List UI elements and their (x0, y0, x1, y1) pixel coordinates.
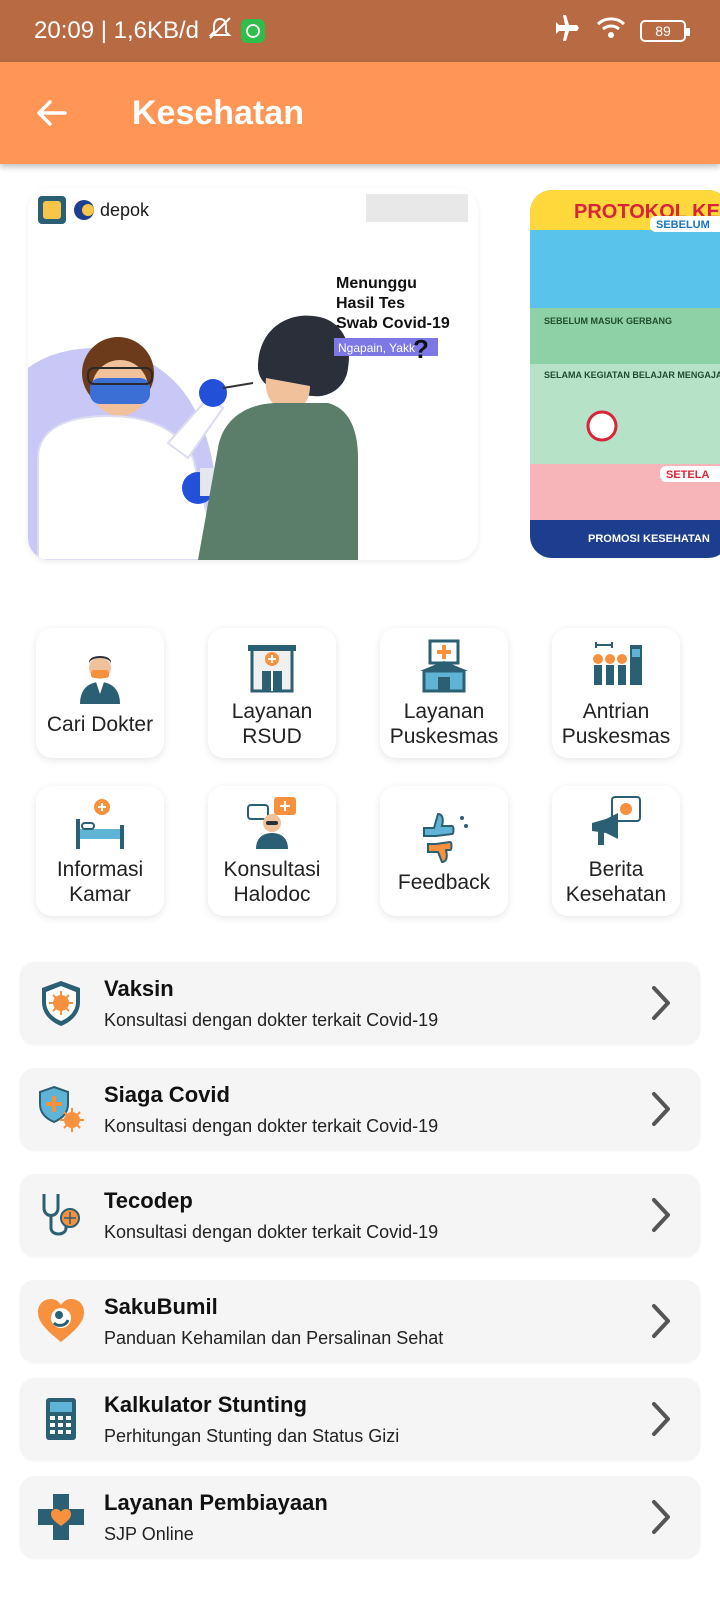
wifi-icon (596, 16, 626, 47)
list-item-subtitle: Konsultasi dengan dokter terkait Covid-1… (104, 1009, 439, 1030)
list-item-text: SakuBumil Panduan Kehamilan dan Persalin… (104, 1294, 640, 1349)
svg-text:SELAMA KEGIATAN BELAJAR MENGAJ: SELAMA KEGIATAN BELAJAR MENGAJAR (544, 370, 720, 380)
banner-protokol[interactable]: PROTOKOL KE SEBELUM SEBELUM MASUK GERBAN… (530, 190, 720, 558)
bed-icon (76, 799, 124, 849)
banner-brand: depok (100, 200, 150, 220)
chevron-right-icon (652, 1402, 670, 1436)
whatsapp-icon (241, 19, 266, 43)
menu-layanan-puskesmas[interactable]: Layanan Puskesmas (380, 628, 508, 758)
list-item-title: Tecodep (104, 1187, 193, 1213)
menu-label: Informasi Kamar (56, 858, 144, 906)
arrow-left-icon (37, 100, 67, 126)
list-item-subtitle: Konsultasi dengan dokter terkait Covid-1… (104, 1221, 439, 1242)
status-bar: 20:09 | 1,6KB/d 89 (0, 0, 720, 62)
list-item-tecodep[interactable]: Tecodep Konsultasi dengan dokter terkait… (20, 1174, 700, 1256)
thumbs-icon (423, 812, 468, 863)
svg-text:SEBELUM MASUK GERBANG: SEBELUM MASUK GERBANG (544, 316, 672, 326)
back-button[interactable] (22, 83, 82, 143)
list-item-sakubumil[interactable]: SakuBumil Panduan Kehamilan dan Persalin… (20, 1280, 700, 1362)
list-item-layanan-pembiayaan[interactable]: Layanan Pembiayaan SJP Online (20, 1476, 700, 1558)
list-item-title: Vaksin (104, 975, 174, 1001)
chevron-right-icon (652, 1198, 670, 1232)
svg-text:Menunggu: Menunggu (336, 275, 417, 292)
medical-cross-icon (38, 1494, 84, 1540)
list-item-kalkulator-stunting[interactable]: Kalkulator Stunting Perhitungan Stunting… (20, 1378, 700, 1460)
queue-icon (593, 642, 642, 685)
baby-heart-icon (38, 1299, 84, 1342)
mute-icon (207, 16, 233, 47)
chevron-right-icon (652, 1092, 670, 1126)
chevron-right-icon (652, 986, 670, 1020)
banner-illustration: depok Menunggu Hasil Tes Swab Covid-19 N… (28, 188, 478, 560)
list-item-text: Tecodep Konsultasi dengan dokter terkait… (104, 1188, 640, 1243)
list-item-subtitle: Perhitungan Stunting dan Status Gizi (104, 1425, 400, 1446)
menu-label: Berita Kesehatan (565, 858, 667, 906)
status-left: 20:09 | 1,6KB/d (34, 16, 266, 47)
status-time: 20:09 | 1,6KB/d (34, 17, 200, 44)
list-item-title: Layanan Pembiayaan (104, 1489, 328, 1515)
chevron-right-icon (652, 1304, 670, 1338)
app-bar: Kesehatan (0, 62, 720, 164)
menu-label: Cari Dokter (46, 712, 154, 736)
calculator-icon (46, 1398, 76, 1440)
hospital-icon (248, 645, 296, 693)
list-item-subtitle: Konsultasi dengan dokter terkait Covid-1… (104, 1115, 439, 1136)
list-item-text: Kalkulator Stunting Perhitungan Stunting… (104, 1392, 640, 1447)
consultation-icon (247, 797, 296, 849)
menu-layanan-rsud[interactable]: Layanan RSUD (208, 628, 336, 758)
svg-text:SETELA: SETELA (666, 469, 709, 481)
list-item-siaga-covid[interactable]: Siaga Covid Konsultasi dengan dokter ter… (20, 1068, 700, 1150)
clinic-icon (420, 639, 468, 693)
page-title: Kesehatan (132, 93, 304, 132)
svg-text:Swab Covid-19: Swab Covid-19 (336, 315, 450, 332)
menu-label: Konsultasi Halodoc (223, 858, 321, 906)
airplane-icon (552, 14, 582, 48)
svg-text:SEBELUM: SEBELUM (656, 219, 710, 231)
stethoscope-icon (42, 1194, 80, 1236)
svg-text:?: ? (413, 334, 429, 364)
menu-berita-kesehatan[interactable]: Berita Kesehatan (552, 786, 680, 916)
menu-label: Feedback (397, 870, 491, 894)
chevron-right-icon (652, 1500, 670, 1534)
list-item-vaksin[interactable]: Vaksin Konsultasi dengan dokter terkait … (20, 962, 700, 1044)
menu-label: Layanan RSUD (231, 700, 313, 748)
menu-informasi-kamar[interactable]: Informasi Kamar (36, 786, 164, 916)
battery-icon: 89 (640, 20, 690, 42)
menu-cari-dokter[interactable]: Cari Dokter (36, 628, 164, 758)
status-right: 89 (552, 14, 690, 48)
list-item-title: Kalkulator Stunting (104, 1391, 307, 1417)
svg-text:Hasil Tes: Hasil Tes (336, 295, 405, 312)
banner-protokol-illustration: PROTOKOL KE SEBELUM SEBELUM MASUK GERBAN… (530, 190, 720, 558)
menu-feedback[interactable]: Feedback (380, 786, 508, 916)
menu-antrian-puskesmas[interactable]: Antrian Puskesmas (552, 628, 680, 758)
menu-konsultasi-halodoc[interactable]: Konsultasi Halodoc (208, 786, 336, 916)
doctor-icon (80, 655, 120, 704)
list-item-subtitle: SJP Online (104, 1523, 194, 1544)
service-list: Vaksin Konsultasi dengan dokter terkait … (20, 962, 700, 1582)
menu-label: Layanan Puskesmas (389, 700, 499, 748)
svg-text:PROMOSI KESEHATAN: PROMOSI KESEHATAN (588, 533, 710, 545)
list-item-subtitle: Panduan Kehamilan dan Persalinan Sehat (104, 1327, 444, 1348)
banner-sub: Ngapain, Yakk (338, 341, 416, 355)
banner-swab-test[interactable]: depok Menunggu Hasil Tes Swab Covid-19 N… (28, 188, 478, 560)
menu-grid: Cari Dokter Layanan RSUD Layanan Puskesm… (36, 628, 686, 916)
list-item-title: SakuBumil (104, 1293, 218, 1319)
shield-cross-icon (39, 1085, 84, 1132)
list-item-text: Vaksin Konsultasi dengan dokter terkait … (104, 976, 640, 1031)
megaphone-icon (592, 796, 641, 845)
virus-shield-icon (42, 981, 80, 1026)
list-item-text: Layanan Pembiayaan SJP Online (104, 1490, 640, 1545)
list-item-title: Siaga Covid (104, 1081, 230, 1107)
menu-label: Antrian Puskesmas (561, 700, 671, 748)
list-item-text: Siaga Covid Konsultasi dengan dokter ter… (104, 1082, 640, 1137)
